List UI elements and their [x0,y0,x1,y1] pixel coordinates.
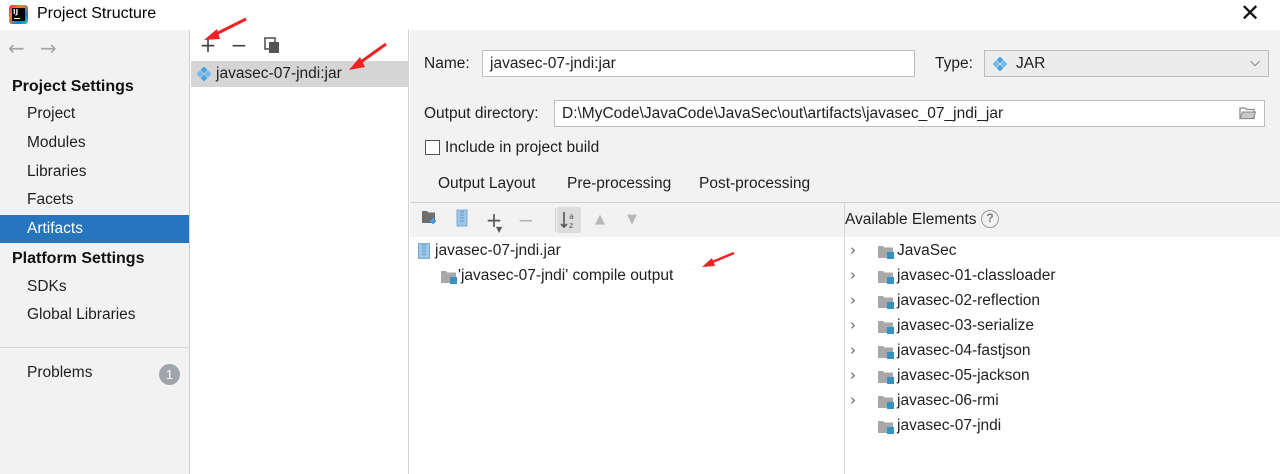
expand-chevron-icon[interactable]: › [850,266,856,284]
intellij-app-icon: IJ [9,5,28,24]
expand-chevron-icon[interactable]: › [850,391,856,409]
chevron-down-icon: ⌵ [1250,55,1260,70]
module-output-icon [441,271,457,284]
copy-icon [263,37,279,53]
window-title: Project Structure [37,5,157,22]
copy-artifact-button[interactable] [262,36,282,58]
available-item-label: javasec-01-classloader [897,267,1056,284]
module-folder-icon [878,421,894,434]
artifact-name-label: javasec-07-jndi:jar [216,65,342,82]
compile-output-label: 'javasec-07-jndi' compile output [458,267,674,284]
move-down-button[interactable]: ▼ [622,209,642,231]
sidebar-divider [0,347,189,348]
new-folder-icon [422,211,436,224]
back-arrow-icon[interactable]: ← [8,36,25,60]
create-archive-button[interactable] [452,209,472,231]
module-folder-icon [878,371,894,384]
expand-chevron-icon[interactable]: › [850,341,856,359]
type-dropdown[interactable]: JAR ⌵ [984,50,1269,77]
type-label: Type: [935,55,973,72]
module-folder-icon [878,346,894,359]
module-folder-icon [878,321,894,334]
output-directory-field[interactable]: D:\MyCode\JavaCode\JavaSec\out\artifacts… [554,100,1265,127]
sort-elements-button[interactable]: a z [557,207,581,233]
settings-sidebar: ← → Project Settings Project Modules Lib… [0,30,190,474]
sidebar-item-project[interactable]: Project [0,100,189,128]
available-item-label: javasec-07-jndi [897,417,1002,434]
output-directory-value: D:\MyCode\JavaCode\JavaSec\out\artifacts… [562,105,1004,122]
sidebar-item-libraries[interactable]: Libraries [0,158,189,186]
name-field[interactable]: javasec-07-jndi:jar [482,50,915,77]
forward-arrow-icon[interactable]: → [40,36,57,60]
title-bar: IJ Project Structure ✕ [0,0,1280,30]
available-item-label: JavaSec [897,242,957,259]
output-directory-label: Output directory: [424,105,539,122]
available-item-label: javasec-02-reflection [897,292,1041,309]
sidebar-item-modules[interactable]: Modules [0,129,189,157]
expand-chevron-icon[interactable]: › [850,316,856,334]
include-in-build-label: Include in project build [445,139,600,156]
module-folder-icon [878,271,894,284]
module-folder-icon [878,396,894,409]
sidebar-item-facets[interactable]: Facets [0,186,189,214]
archive-icon [456,209,468,227]
remove-element-button[interactable]: − [516,209,536,231]
problems-label: Problems [27,364,93,381]
annotation-arrow-artifact [349,42,387,70]
output-layout-content: + ▼ − a z ▲ ▼ Available Elements ? javas… [410,202,1280,474]
available-elements-title: Available Elements [845,211,977,228]
available-item-label: javasec-03-serialize [897,317,1034,334]
sidebar-item-problems[interactable]: Problems 1 [0,359,189,387]
help-icon[interactable]: ? [981,210,999,228]
available-item-label: javasec-04-fastjson [897,342,1031,359]
name-label: Name: [424,55,470,72]
platform-settings-heading: Platform Settings [12,250,145,267]
annotation-arrow-compile-output [702,251,735,267]
jar-artifact-icon [197,67,211,81]
tab-post-processing[interactable]: Post-processing [699,175,810,193]
expand-chevron-icon[interactable]: › [850,366,856,384]
toolbar-separator [555,208,556,232]
sort-az-icon: a z [560,212,574,230]
jar-type-icon [993,57,1007,71]
available-item-label: javasec-05-jackson [897,367,1030,384]
browse-folder-icon[interactable] [1239,106,1256,120]
create-directory-button[interactable] [420,209,440,231]
sidebar-item-global-libraries[interactable]: Global Libraries [0,301,189,329]
project-settings-heading: Project Settings [12,78,134,95]
output-layout-toolbar: + ▼ − a z ▲ ▼ [410,203,845,237]
module-folder-icon [878,246,894,259]
artifacts-list-pane: + − javasec-07-jndi:jar [191,30,409,474]
layout-split-divider[interactable] [844,203,845,474]
available-elements-header: Available Elements ? [845,203,1280,237]
output-root-label: javasec-07-jndi.jar [435,242,561,259]
module-folder-icon [878,296,894,309]
sidebar-item-sdks[interactable]: SDKs [0,273,189,301]
expand-chevron-icon[interactable]: › [850,241,856,259]
annotation-arrow-add [204,17,247,40]
problems-count-badge: 1 [159,364,180,385]
svg-text:a: a [569,212,574,221]
close-icon[interactable]: ✕ [1239,1,1261,26]
svg-text:z: z [569,221,573,230]
include-in-build-checkbox[interactable] [425,140,440,155]
type-value: JAR [1016,55,1046,72]
tab-output-layout[interactable]: Output Layout [438,175,535,193]
jar-file-icon [418,243,430,259]
sidebar-item-artifacts[interactable]: Artifacts [0,215,189,243]
artifact-details-pane: Name: javasec-07-jndi:jar Type: JAR ⌵ Ou… [410,30,1280,474]
move-up-button[interactable]: ▲ [590,209,610,231]
expand-chevron-icon[interactable]: › [850,291,856,309]
available-item-label: javasec-06-rmi [897,392,999,409]
add-copy-of-button[interactable]: + ▼ [484,209,504,234]
tab-pre-processing[interactable]: Pre-processing [567,175,671,193]
